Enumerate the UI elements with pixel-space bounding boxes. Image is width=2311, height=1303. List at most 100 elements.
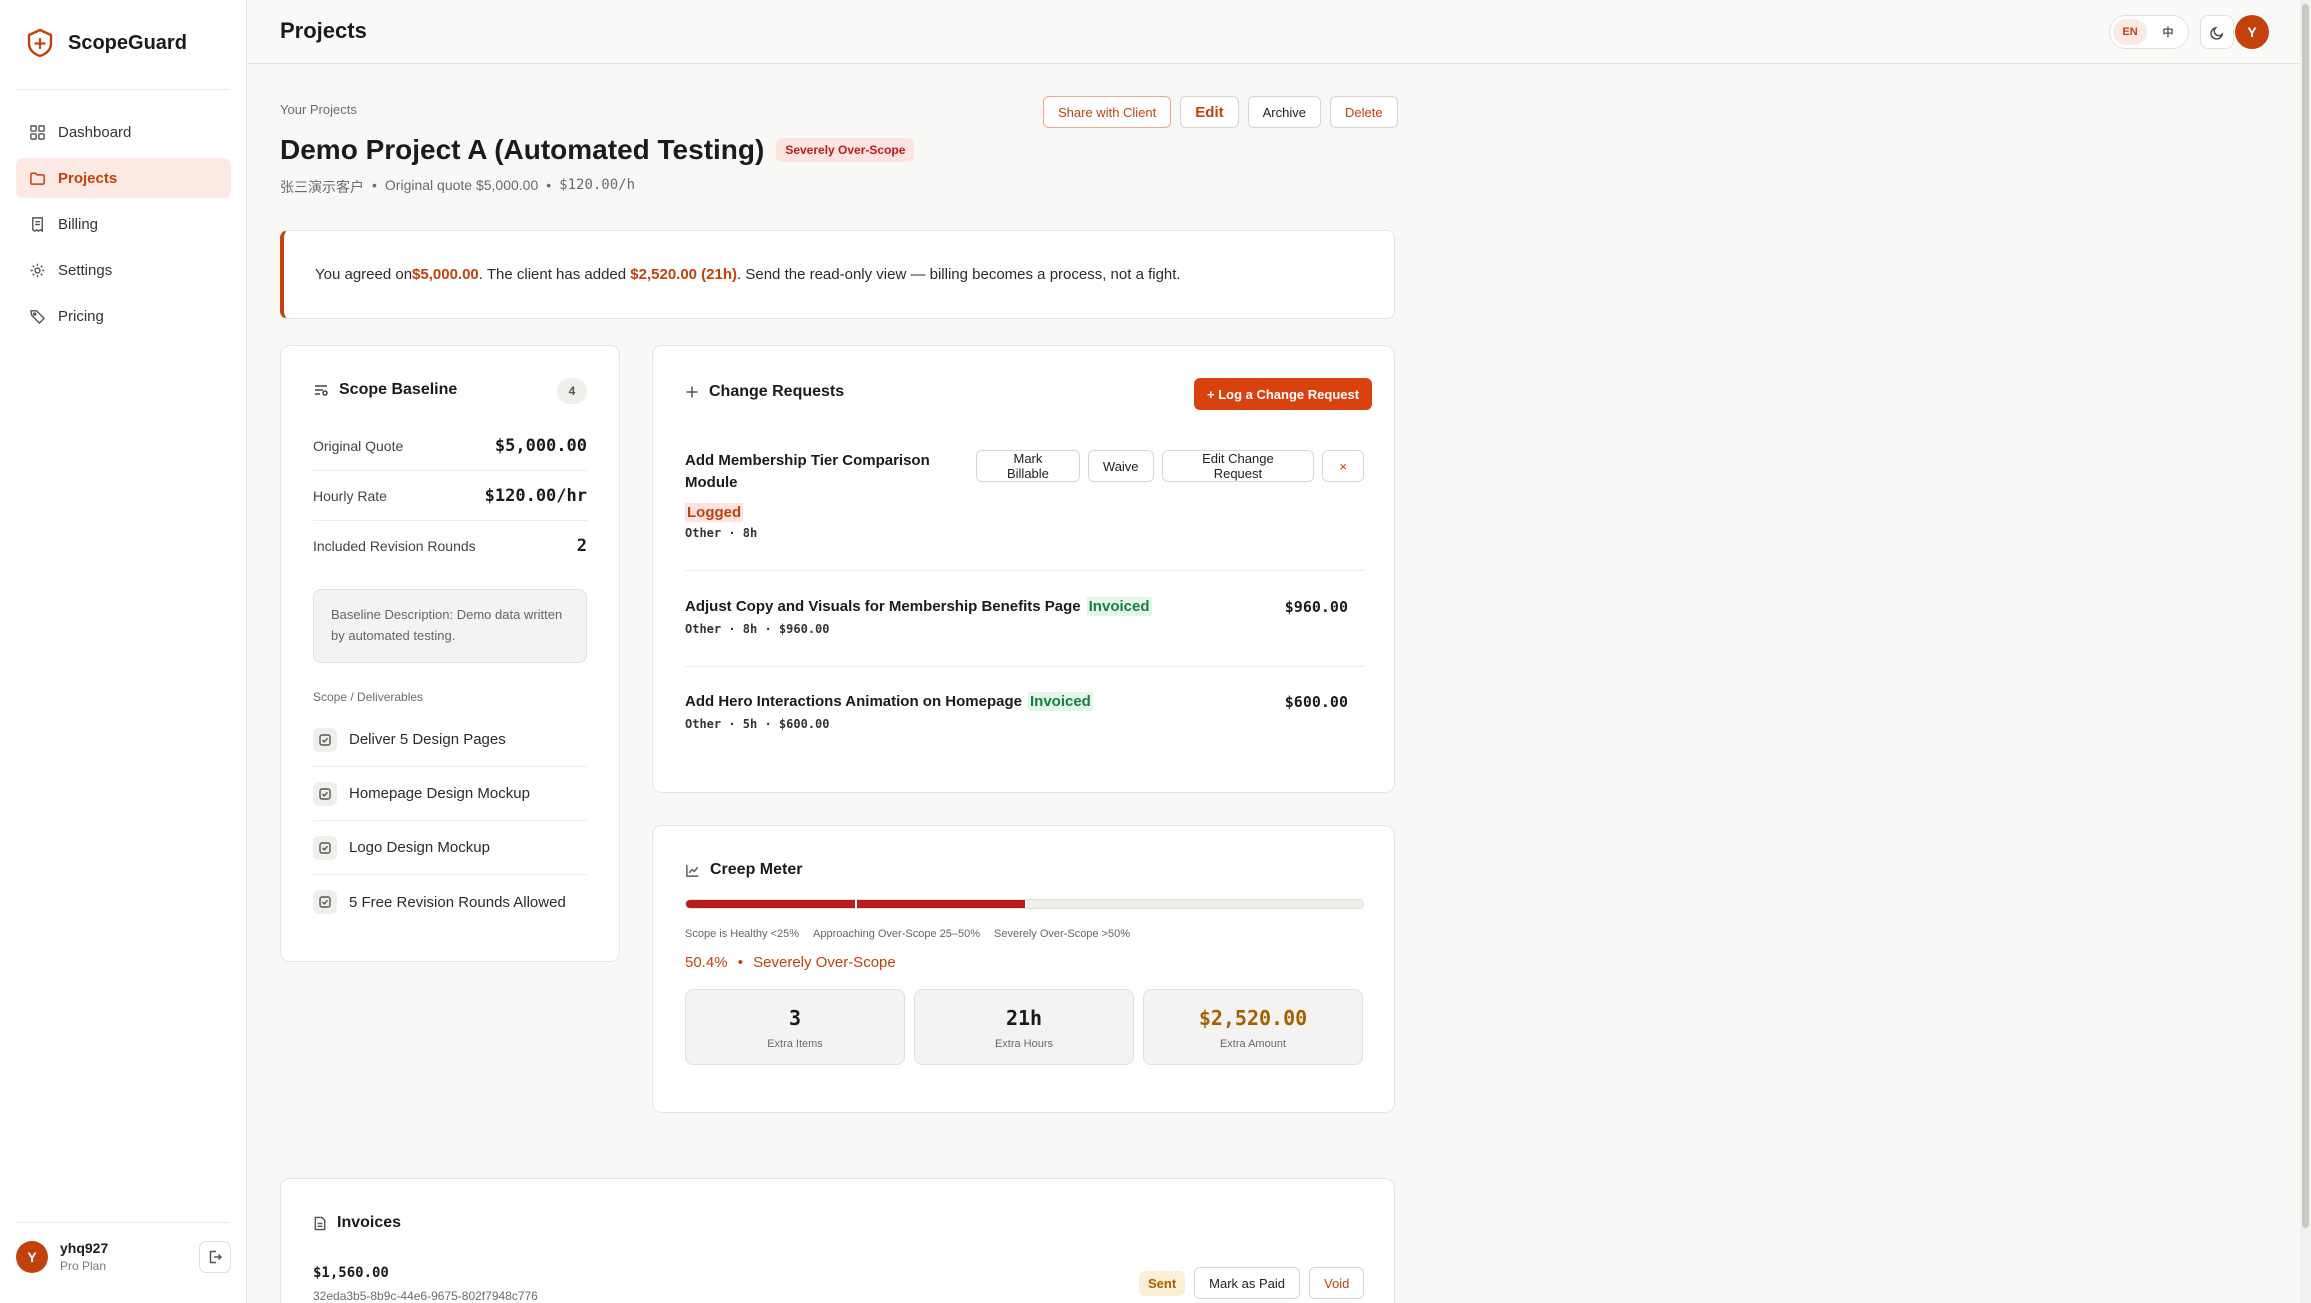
change-request-title-row: Add Hero Interactions Animation on Homep… — [685, 691, 1364, 713]
creep-meter-header: Creep Meter — [685, 861, 802, 879]
deliverables-count: 4 — [557, 378, 587, 404]
sidebar-item-label: Settings — [58, 261, 113, 279]
delete-button[interactable]: Delete — [1329, 96, 1398, 128]
deliverable-item: Deliver 5 Design Pages — [313, 713, 587, 767]
sidebar-nav: Dashboard Projects Billing Settings Pric… — [16, 112, 231, 342]
topbar: Projects EN 中 Y — [248, 0, 2300, 64]
invoice-amount: $1,560.00 — [313, 1265, 389, 1281]
logout-button[interactable] — [199, 1240, 231, 1273]
kv-label: Included Revision Rounds — [313, 538, 476, 554]
share-with-client-button[interactable]: Share with Client — [1043, 96, 1172, 128]
status-badge: Logged — [685, 503, 744, 522]
change-requests-title: Change Requests — [709, 383, 845, 400]
scope-alert: You agreed on $5,000.00 . The client has… — [280, 230, 1395, 319]
separator: • — [737, 954, 743, 971]
sidebar-divider — [16, 89, 230, 90]
scope-baseline-card: Scope Baseline 4 Original Quote $5,000.0… — [280, 345, 620, 962]
sidebar-item-pricing[interactable]: Pricing — [16, 296, 231, 336]
edit-change-request-button[interactable]: Edit Change Request — [1161, 450, 1315, 482]
legend-healthy: Scope is Healthy <25% — [685, 928, 800, 940]
sidebar-item-dashboard[interactable]: Dashboard — [16, 112, 231, 152]
check-square-icon — [313, 890, 337, 914]
document-icon — [314, 1216, 326, 1230]
sidebar-item-billing[interactable]: Billing — [16, 204, 231, 244]
stat-extra-amount: $2,520.00 Extra Amount — [1143, 989, 1363, 1065]
sidebar-item-settings[interactable]: Settings — [16, 250, 231, 290]
deliverable-item: Logo Design Mockup — [313, 821, 587, 875]
user-plan: Pro Plan — [60, 1259, 107, 1273]
brand[interactable]: ScopeGuard — [26, 28, 187, 58]
lang-zh-option[interactable]: 中 — [2151, 19, 2185, 45]
alert-text-pre: You agreed on — [315, 266, 413, 283]
void-invoice-button[interactable]: Void — [1309, 1267, 1365, 1299]
legend-severe: Severely Over-Scope >50% — [994, 928, 1131, 940]
lang-en-option[interactable]: EN — [2113, 19, 2147, 45]
invoices-header: Invoices — [313, 1214, 401, 1232]
gear-icon — [30, 263, 45, 277]
kv-value: $120.00/hr — [484, 485, 587, 506]
creep-meter-legend: Scope is Healthy <25% Approaching Over-S… — [685, 928, 1130, 940]
mark-billable-button[interactable]: Mark Billable — [976, 450, 1080, 482]
creep-status: Severely Over-Scope — [753, 954, 896, 971]
scope-baseline-header: Scope Baseline — [313, 381, 457, 399]
folder-icon — [30, 172, 45, 185]
deliverable-label: Homepage Design Mockup — [349, 785, 530, 802]
kv-label: Hourly Rate — [313, 487, 387, 504]
project-subtitle: 张三演示客户 • Original quote $5,000.00 • $120… — [280, 177, 635, 197]
scrollbar-thumb[interactable] — [2302, 4, 2309, 1228]
stat-label: Extra Amount — [1219, 1038, 1287, 1050]
user-name: yhq927 — [60, 1240, 109, 1256]
baseline-description: Baseline Description: Demo data written … — [313, 589, 587, 663]
creep-meter-card: Creep Meter Scope is Healthy <25% Approa… — [652, 825, 1395, 1113]
logout-icon — [209, 1250, 223, 1263]
status-badge: Severely Over-Scope — [776, 138, 915, 162]
sidebar-item-label: Pricing — [58, 307, 104, 325]
change-request-meta: Other · 8h — [685, 526, 758, 540]
breadcrumb[interactable]: Your Projects — [280, 102, 357, 117]
mark-as-paid-button[interactable]: Mark as Paid — [1194, 1267, 1301, 1299]
alert-added-amount: $2,520.00 (21h) — [630, 266, 738, 283]
original-quote-row: Original Quote $5,000.00 — [313, 421, 587, 471]
alert-agreed-amount: $5,000.00 — [412, 266, 479, 283]
project-title-row: Demo Project A (Automated Testing) Sever… — [280, 134, 915, 166]
edit-project-button[interactable]: Edit — [1180, 96, 1239, 128]
creep-readout: 50.4% • Severely Over-Scope — [685, 954, 896, 971]
theme-toggle-button[interactable] — [2200, 15, 2234, 49]
revision-rounds-row: Included Revision Rounds 2 — [313, 521, 587, 571]
client-name: 张三演示客户 — [280, 179, 364, 195]
avatar[interactable]: Y — [16, 1240, 48, 1273]
change-requests-header: Change Requests — [685, 383, 844, 401]
change-request-meta: Other · 5h · $600.00 — [685, 717, 830, 731]
meter-threshold-50 — [1024, 900, 1027, 908]
check-square-icon — [313, 727, 337, 752]
change-request-item: Add Membership Tier Comparison Module Lo… — [685, 450, 1364, 540]
page-title: Projects — [280, 18, 367, 43]
stat-value: $2,520.00 — [1198, 1006, 1308, 1030]
project-actions: Share with Client Edit Archive Delete — [1043, 96, 1398, 128]
status-badge: Invoiced — [1027, 692, 1093, 711]
archive-button[interactable]: Archive — [1247, 96, 1321, 128]
divider — [685, 570, 1364, 571]
original-quote: Original quote $5,000.00 — [384, 177, 539, 193]
top-avatar[interactable]: Y — [2235, 15, 2269, 49]
remove-change-request-button[interactable]: × — [1322, 450, 1364, 482]
sidebar-item-projects[interactable]: Projects — [16, 158, 231, 198]
language-toggle: EN 中 — [2109, 15, 2189, 49]
brand-name: ScopeGuard — [68, 31, 187, 54]
legend-approaching: Approaching Over-Scope 25–50% — [813, 928, 980, 940]
meter-threshold-25 — [855, 900, 858, 908]
sidebar-footer-divider — [16, 1222, 230, 1223]
waive-button[interactable]: Waive — [1087, 450, 1154, 482]
receipt-icon — [32, 216, 43, 232]
list-filter-icon — [315, 385, 328, 396]
deliverable-label: Deliver 5 Design Pages — [349, 731, 506, 748]
creep-percent: 50.4% — [685, 954, 728, 971]
change-request-amount: $960.00 — [1284, 598, 1348, 616]
status-badge: Invoiced — [1086, 597, 1152, 616]
invoice-id: 32eda3b5-8b9c-44e6-9675-802f7948c776 — [313, 1289, 538, 1303]
log-change-request-button[interactable]: + Log a Change Request — [1194, 378, 1373, 410]
invoices-card: Invoices $1,560.00 32eda3b5-8b9c-44e6-96… — [280, 1178, 1395, 1303]
scope-baseline-title: Scope Baseline — [339, 381, 458, 398]
divider — [685, 666, 1364, 667]
kv-value: $5,000.00 — [494, 435, 587, 456]
